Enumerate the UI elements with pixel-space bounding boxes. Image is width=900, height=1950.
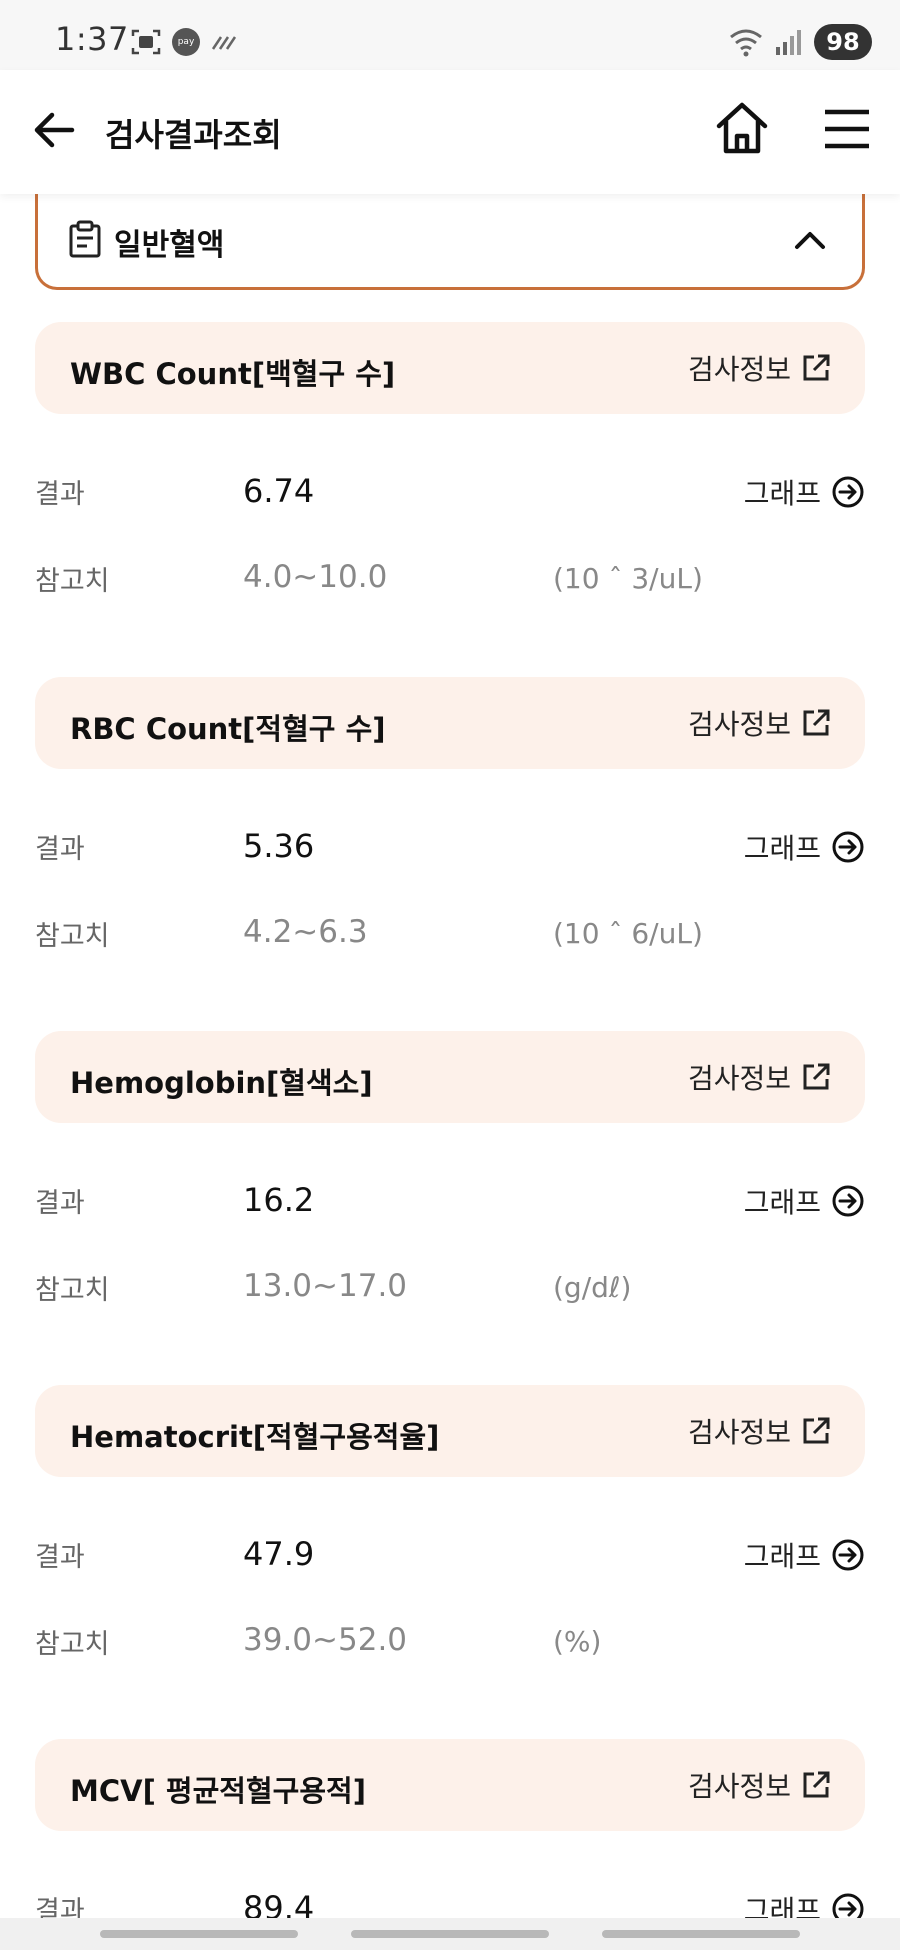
test-item: RBC Count[적혈구 수] 검사정보 결과 5.36 그래프 참고치 4.…	[0, 677, 900, 1032]
test-info-link[interactable]: 검사정보	[688, 1055, 831, 1099]
test-name: Hematocrit[적혈구용적율]	[70, 1420, 440, 1454]
graph-button[interactable]: 그래프	[744, 827, 865, 867]
test-info-label: 검사정보	[687, 1770, 791, 1803]
page-title: 검사결과조회	[105, 116, 282, 154]
unit-text: (%)	[553, 1625, 602, 1658]
test-info-link[interactable]: 검사정보	[688, 701, 831, 745]
test-item: Hematocrit[적혈구용적율] 검사정보 결과 47.9 그래프 참고치 …	[0, 1385, 900, 1740]
wifi-icon	[730, 29, 762, 57]
test-name: WBC Count[백혈구 수]	[70, 357, 396, 391]
external-link-icon	[803, 354, 830, 381]
external-link-icon	[803, 1771, 830, 1798]
back-button[interactable]	[28, 104, 80, 156]
graph-button[interactable]: 그래프	[744, 472, 865, 512]
home-icon	[716, 102, 768, 154]
section-title: 일반혈액	[114, 228, 225, 263]
cellular-signal-icon	[776, 30, 801, 55]
gesture-bar	[0, 1918, 900, 1950]
chevron-up-icon	[795, 232, 825, 249]
status-time: 1:37	[55, 20, 129, 58]
test-header: Hematocrit[적혈구용적율] 검사정보	[35, 1385, 865, 1477]
result-label: 결과	[35, 1896, 85, 1918]
test-header: WBC Count[백혈구 수] 검사정보	[35, 322, 865, 414]
arrow-circle-right-icon	[832, 476, 864, 508]
home-button[interactable]	[712, 98, 772, 158]
status-icons-right: 98	[728, 22, 872, 62]
arrow-left-icon	[34, 112, 75, 148]
pay-icon: pay	[172, 28, 200, 56]
test-info-label: 검사정보	[687, 353, 791, 386]
test-info-link[interactable]: 검사정보	[688, 346, 831, 390]
result-value: 5.36	[243, 827, 315, 865]
status-bar: 1:37 pay 98	[0, 0, 900, 70]
test-info-link[interactable]: 검사정보	[688, 1763, 831, 1807]
graph-button[interactable]: 그래프	[744, 1889, 865, 1918]
external-link-icon	[803, 1063, 830, 1090]
reference-label: 참고치	[35, 566, 110, 597]
reference-label: 참고치	[35, 1275, 110, 1306]
graph-label: 그래프	[743, 1186, 821, 1219]
result-value: 47.9	[243, 1535, 315, 1573]
unit-text: (10 ˆ 3/uL)	[553, 562, 703, 595]
reference-value: 13.0~17.0	[243, 1268, 408, 1304]
clipboard-icon	[69, 220, 101, 258]
section-collapse-toggle[interactable]	[790, 220, 830, 260]
result-value: 89.4	[243, 1889, 315, 1918]
result-label: 결과	[35, 1188, 85, 1219]
test-name: RBC Count[적혈구 수]	[70, 712, 386, 746]
graph-label: 그래프	[743, 1540, 821, 1573]
menu-button[interactable]	[820, 104, 874, 154]
test-info-label: 검사정보	[687, 1416, 791, 1449]
test-item: MCV[ 평균적혈구용적] 검사정보 결과 89.4 그래프	[0, 1739, 900, 1918]
test-header: Hemoglobin[혈색소] 검사정보	[35, 1031, 865, 1123]
result-value: 16.2	[243, 1181, 315, 1219]
test-name: Hemoglobin[혈색소]	[70, 1066, 373, 1100]
arrow-circle-right-icon	[832, 1185, 864, 1217]
test-item: WBC Count[백혈구 수] 검사정보 결과 6.74 그래프 참고치 4.…	[0, 322, 900, 677]
test-info-label: 검사정보	[687, 708, 791, 741]
battery-indicator: 98	[814, 24, 872, 60]
arrow-circle-right-icon	[832, 1539, 864, 1571]
graph-label: 그래프	[743, 832, 821, 865]
reference-label: 참고치	[35, 921, 110, 952]
arrow-circle-right-icon	[832, 1893, 864, 1918]
test-header: RBC Count[적혈구 수] 검사정보	[35, 677, 865, 769]
reference-label: 참고치	[35, 1629, 110, 1660]
signal-stripes-icon	[211, 36, 237, 50]
result-label: 결과	[35, 479, 85, 510]
external-link-icon	[803, 709, 830, 736]
menu-icon	[825, 109, 869, 149]
arrow-circle-right-icon	[832, 831, 864, 863]
external-link-icon	[803, 1417, 830, 1444]
result-label: 결과	[35, 834, 85, 865]
test-info-link[interactable]: 검사정보	[688, 1409, 831, 1453]
test-info-label: 검사정보	[687, 1062, 791, 1095]
reference-value: 4.0~10.0	[243, 559, 388, 595]
nav-pill-right[interactable]	[602, 1930, 800, 1938]
nav-pill-center[interactable]	[351, 1930, 549, 1938]
nav-pill-left[interactable]	[100, 1930, 298, 1938]
graph-label: 그래프	[743, 1894, 821, 1918]
result-label: 결과	[35, 1542, 85, 1573]
reference-value: 39.0~52.0	[243, 1622, 408, 1658]
result-value: 6.74	[243, 472, 315, 510]
test-header: MCV[ 평균적혈구용적] 검사정보	[35, 1739, 865, 1831]
unit-text: (10 ˆ 6/uL)	[553, 917, 703, 950]
unit-text: (g/dℓ)	[553, 1271, 632, 1304]
graph-label: 그래프	[743, 477, 821, 510]
graph-button[interactable]: 그래프	[744, 1535, 865, 1575]
test-name: MCV[ 평균적혈구용적]	[70, 1774, 366, 1808]
reference-value: 4.2~6.3	[243, 914, 368, 950]
test-item: Hemoglobin[혈색소] 검사정보 결과 16.2 그래프 참고치 13.…	[0, 1031, 900, 1386]
status-icons-left: pay	[130, 24, 238, 60]
screenshot-icon	[131, 29, 161, 55]
section-selector[interactable]: 일반혈액	[35, 192, 865, 290]
graph-button[interactable]: 그래프	[744, 1181, 865, 1221]
app-header: 검사결과조회	[0, 70, 900, 194]
